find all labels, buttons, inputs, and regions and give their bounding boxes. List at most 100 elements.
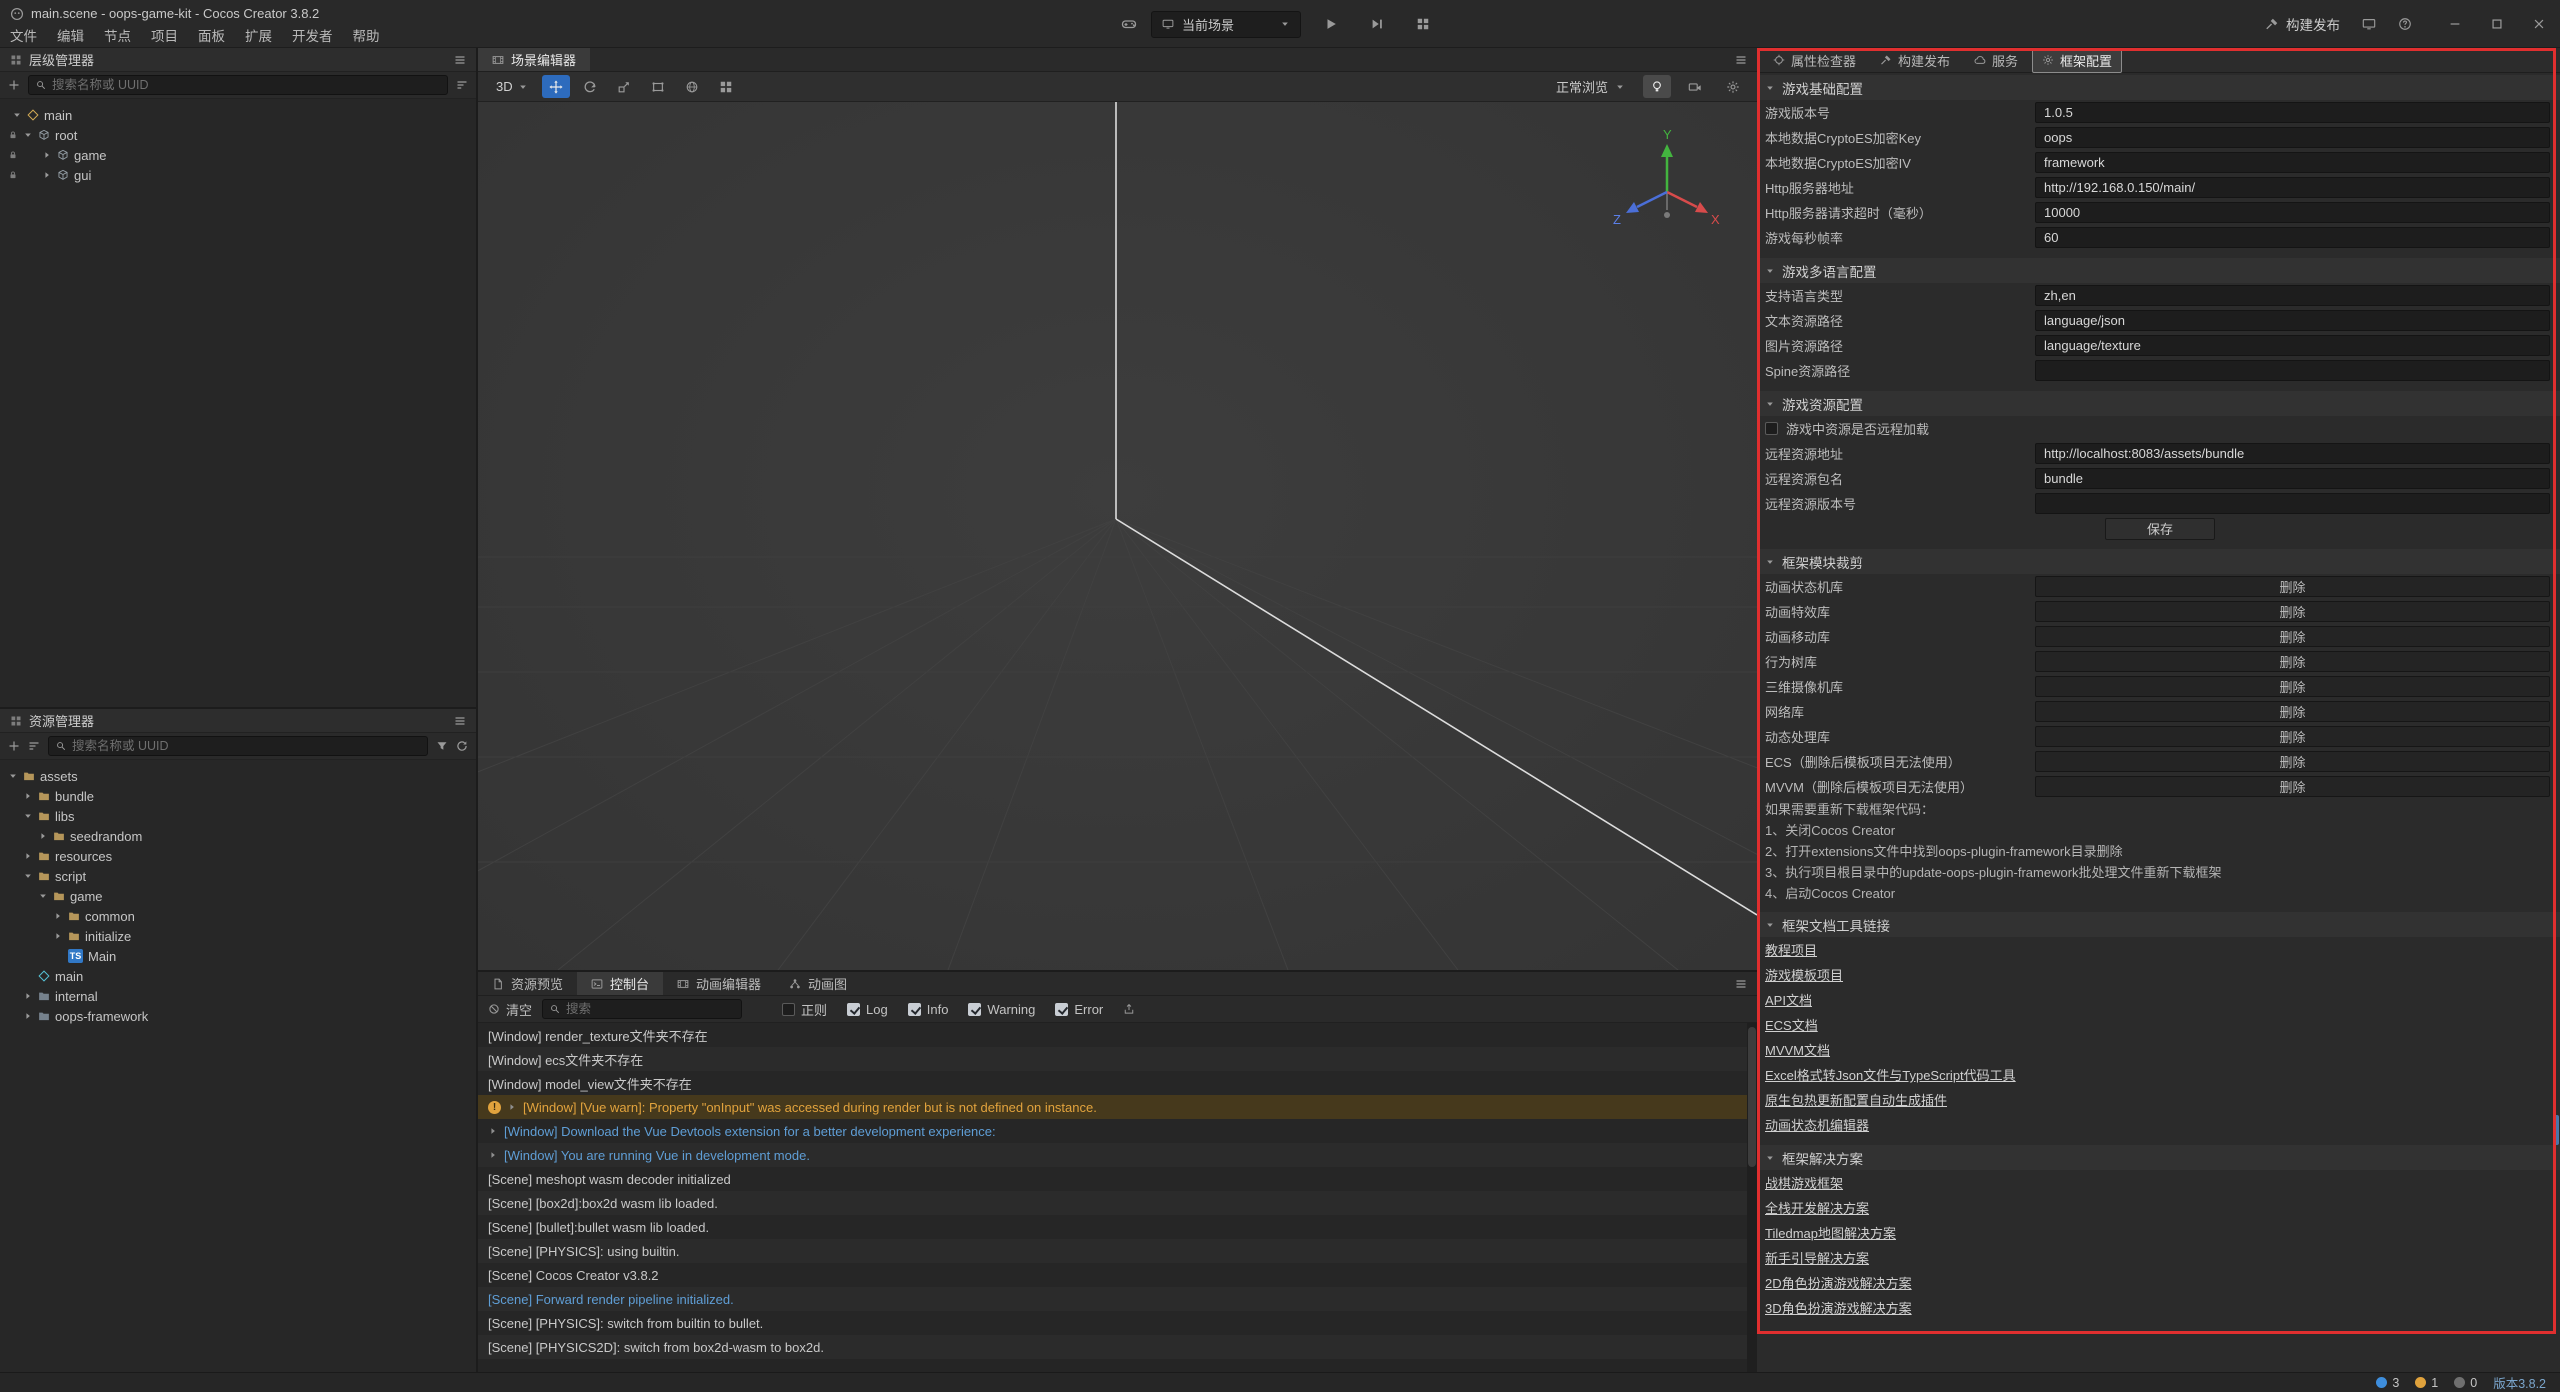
log-row[interactable]: [Scene] [bullet]:bullet wasm lib loaded. — [478, 1215, 1757, 1239]
http-server-input[interactable] — [2035, 177, 2550, 198]
tab-framework-config[interactable]: 框架配置 — [2032, 48, 2122, 73]
log-row[interactable]: [Window] model_view文件夹不存在 — [478, 1071, 1757, 1095]
sort-assets-icon[interactable] — [28, 740, 40, 752]
tab-asset-preview[interactable]: 资源预览 — [478, 972, 577, 995]
checkbox-checked[interactable] — [908, 1003, 921, 1016]
lock-icon[interactable] — [8, 170, 18, 180]
log-row[interactable]: [Scene] Forward render pipeline initiali… — [478, 1287, 1757, 1311]
remote-bundle-input[interactable] — [2035, 468, 2550, 489]
hierarchy-node-main[interactable]: main — [0, 105, 476, 125]
launch-scene-select[interactable]: 当前场景 — [1151, 11, 1301, 38]
log-row[interactable]: [Scene] [PHYSICS]: switch from builtin t… — [478, 1311, 1757, 1335]
link-hotupdate-plugin[interactable]: 原生包热更新配置自动生成插件 — [1765, 1090, 1947, 1109]
log-row[interactable]: [Scene] Cocos Creator v3.8.2 — [478, 1263, 1757, 1287]
section-solutions[interactable]: 框架解决方案 — [1757, 1145, 2560, 1170]
message-count[interactable]: 3 — [2376, 1376, 2399, 1390]
asset-row-libs[interactable]: libs — [0, 806, 476, 826]
asset-row-resources[interactable]: resources — [0, 846, 476, 866]
link-anim-state-editor[interactable]: 动画状态机编辑器 — [1765, 1115, 1869, 1134]
chevron-right-icon[interactable] — [38, 831, 48, 841]
delete-module-button[interactable]: 删除 — [2035, 626, 2550, 647]
minimize-icon[interactable] — [2448, 17, 2462, 31]
console-search[interactable] — [542, 999, 742, 1019]
orientation-gizmo[interactable]: Y X Z — [1607, 126, 1727, 246]
projection-3d-toggle[interactable]: 3D — [488, 79, 536, 94]
chevron-down-icon[interactable] — [8, 771, 18, 781]
error-count-badge[interactable]: 0 — [2454, 1376, 2477, 1390]
log-row[interactable]: [Scene] [PHYSICS2D]: switch from box2d-w… — [478, 1335, 1757, 1359]
chevron-right-icon[interactable] — [53, 911, 63, 921]
chevron-down-icon[interactable] — [23, 130, 33, 140]
languages-input[interactable] — [2035, 285, 2550, 306]
filter-log[interactable]: Log — [847, 1002, 888, 1017]
remote-version-input[interactable] — [2035, 493, 2550, 514]
warning-count-badge[interactable]: 1 — [2415, 1376, 2438, 1390]
crypto-iv-input[interactable] — [2035, 152, 2550, 173]
menu-edit[interactable]: 编辑 — [57, 25, 84, 45]
asset-row-internal[interactable]: internal — [0, 986, 476, 1006]
device-simulator-icon[interactable] — [1121, 16, 1137, 32]
lang-texture-path-input[interactable] — [2035, 335, 2550, 356]
asset-row-main-ts[interactable]: TS Main — [0, 946, 476, 966]
crypto-key-input[interactable] — [2035, 127, 2550, 148]
expand-chevron-icon[interactable] — [507, 1102, 517, 1112]
menu-file[interactable]: 文件 — [10, 25, 37, 45]
spine-path-input[interactable] — [2035, 360, 2550, 381]
link-excel-tool[interactable]: Excel格式转Json文件与TypeScript代码工具 — [1765, 1065, 2016, 1084]
filter-warning[interactable]: Warning — [968, 1002, 1035, 1017]
scale-tool-button[interactable] — [610, 75, 638, 98]
section-language[interactable]: 游戏多语言配置 — [1757, 258, 2560, 283]
camera-settings-button[interactable] — [1681, 75, 1709, 98]
export-log-icon[interactable] — [1123, 1003, 1135, 1015]
remote-load-checkbox[interactable] — [1765, 422, 1778, 435]
lock-icon[interactable] — [8, 150, 18, 160]
asset-row-assets[interactable]: assets — [0, 766, 476, 786]
hierarchy-node-game[interactable]: game — [0, 145, 476, 165]
asset-row-common[interactable]: common — [0, 906, 476, 926]
checkbox-unchecked[interactable] — [782, 1003, 795, 1016]
chevron-right-icon[interactable] — [42, 150, 52, 160]
checkbox-checked[interactable] — [1055, 1003, 1068, 1016]
chevron-right-icon[interactable] — [23, 991, 33, 1001]
asset-row-game[interactable]: game — [0, 886, 476, 906]
assets-search-input[interactable] — [72, 739, 420, 753]
inspector-scrollbar-thumb[interactable] — [2554, 1115, 2559, 1145]
delete-module-button[interactable]: 删除 — [2035, 576, 2550, 597]
chevron-right-icon[interactable] — [42, 170, 52, 180]
rotate-tool-button[interactable] — [576, 75, 604, 98]
tab-animation-graph[interactable]: 动画图 — [775, 972, 861, 995]
delete-module-button[interactable]: 删除 — [2035, 751, 2550, 772]
filter-error[interactable]: Error — [1055, 1002, 1103, 1017]
tab-service[interactable]: 服务 — [1964, 48, 2028, 73]
delete-module-button[interactable]: 删除 — [2035, 601, 2550, 622]
log-row[interactable]: [Scene] meshopt wasm decoder initialized — [478, 1167, 1757, 1191]
expand-chevron-icon[interactable] — [488, 1126, 498, 1136]
log-row[interactable]: [Window] Download the Vue Devtools exten… — [478, 1119, 1757, 1143]
chevron-right-icon[interactable] — [53, 931, 63, 941]
menu-project[interactable]: 项目 — [151, 25, 178, 45]
hierarchy-node-root[interactable]: root — [0, 125, 476, 145]
chevron-down-icon[interactable] — [12, 110, 22, 120]
lang-json-path-input[interactable] — [2035, 310, 2550, 331]
editor-version[interactable]: 版本3.8.2 — [2493, 1373, 2546, 1392]
section-resources[interactable]: 游戏资源配置 — [1757, 391, 2560, 416]
section-docs[interactable]: 框架文档工具链接 — [1757, 912, 2560, 937]
tab-property-inspector[interactable]: 属性检查器 — [1763, 48, 1866, 73]
close-icon[interactable] — [2532, 17, 2546, 31]
link-tutorial-project[interactable]: 教程项目 — [1765, 940, 1817, 959]
link-template-project[interactable]: 游戏模板项目 — [1765, 965, 1843, 984]
scene-menu-icon[interactable] — [1735, 54, 1747, 66]
tab-build-publish[interactable]: 构建发布 — [1870, 48, 1960, 73]
chevron-right-icon[interactable] — [23, 851, 33, 861]
section-game-basic[interactable]: 游戏基础配置 — [1757, 75, 2560, 100]
remote-url-input[interactable] — [2035, 443, 2550, 464]
link-api-docs[interactable]: API文档 — [1765, 990, 1812, 1009]
menu-panel[interactable]: 面板 — [198, 25, 225, 45]
rect-tool-button[interactable] — [644, 75, 672, 98]
scene-settings-button[interactable] — [1719, 75, 1747, 98]
create-asset-icon[interactable] — [8, 740, 20, 752]
asset-row-oops-framework[interactable]: oops-framework — [0, 1006, 476, 1026]
chevron-down-icon[interactable] — [23, 871, 33, 881]
fps-input[interactable] — [2035, 227, 2550, 248]
assets-filter-icon[interactable] — [436, 740, 448, 752]
